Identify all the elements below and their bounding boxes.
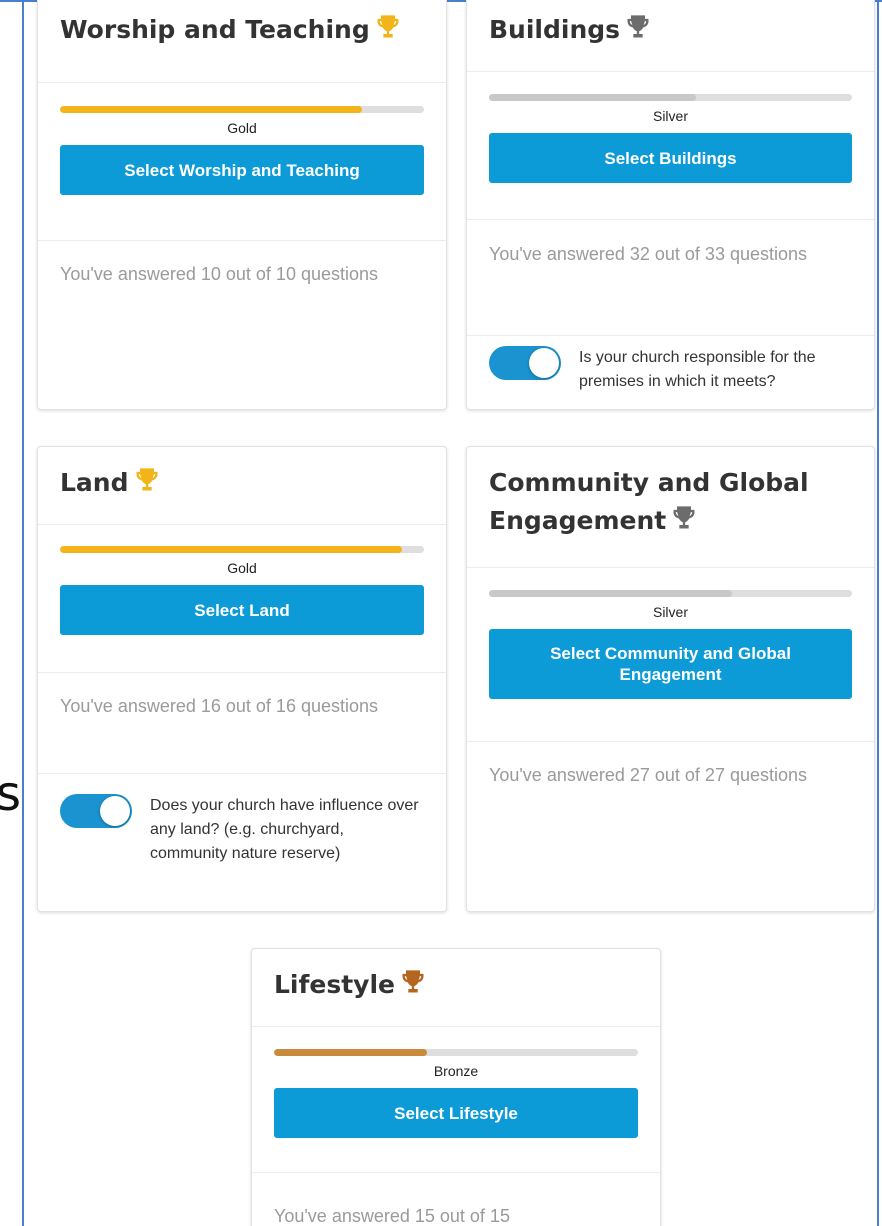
card-body: Silver Select Buildings [467, 72, 874, 220]
frame-border-right [877, 0, 879, 1226]
card-buildings: Buildings Silver Select Buildings You've… [466, 0, 875, 410]
toggle-row: Is your church responsible for the premi… [467, 335, 874, 409]
card-body: Silver Select Community and Global Engag… [467, 568, 874, 742]
card-land: Land Gold Select Land You've answered 16… [37, 446, 447, 912]
progress-bar [274, 1049, 638, 1056]
toggle-label: Is your church responsible for the premi… [579, 349, 816, 390]
progress-bar [60, 546, 424, 553]
card-header: Community and Global Engagement [467, 447, 874, 568]
card-lifestyle: Lifestyle Bronze Select Lifestyle You've… [251, 948, 661, 1226]
card-header: Buildings [467, 0, 874, 72]
land-toggle[interactable] [60, 794, 132, 828]
select-worship-button[interactable]: Select Worship and Teaching [60, 145, 424, 195]
answered-text: You've answered 10 out of 10 questions [60, 264, 379, 284]
card-header: Lifestyle [252, 949, 660, 1027]
stray-text: s [0, 766, 22, 822]
card-body: Bronze Select Lifestyle [252, 1027, 660, 1173]
level-label: Bronze [433, 1063, 479, 1079]
trophy-icon [136, 468, 157, 491]
card-title: Worship and Teaching [60, 15, 370, 44]
card-header: Land [38, 447, 446, 525]
trophy-icon [673, 506, 695, 529]
trophy-icon [377, 15, 399, 38]
card-title: Buildings [489, 15, 621, 44]
progress-fill [60, 106, 363, 113]
select-community-button[interactable]: Select Community and Global Engagement [489, 629, 852, 699]
progress-bar [489, 590, 852, 597]
card-title: Land [60, 468, 129, 497]
answered-text: You've answered 15 out of 15 [274, 1206, 510, 1226]
level-label: Gold [227, 560, 257, 576]
progress-bar [60, 106, 424, 113]
card-worship-and-teaching: Worship and Teaching Gold Select Worship… [37, 0, 447, 410]
card-header: Worship and Teaching [38, 0, 446, 83]
progress-fill [489, 590, 733, 597]
premises-toggle[interactable] [489, 346, 561, 380]
card-community-global-engagement: Community and Global Engagement Silver S… [466, 446, 875, 912]
toggle-label: Does your church have influence over any… [150, 797, 419, 862]
level-label: Silver [652, 108, 688, 124]
level-label: Gold [227, 120, 257, 136]
progress-fill [274, 1049, 427, 1056]
progress-fill [60, 546, 403, 553]
frame-border-left [22, 0, 24, 1226]
select-buildings-button[interactable]: Select Buildings [489, 133, 852, 183]
card-title: Community and Global Engagement [489, 468, 809, 535]
progress-fill [489, 94, 696, 101]
level-label: Silver [652, 604, 688, 620]
card-title: Lifestyle [274, 970, 395, 999]
answered-text: You've answered 32 out of 33 questions [489, 244, 808, 264]
select-land-button[interactable]: Select Land [60, 585, 424, 635]
progress-bar [489, 94, 852, 101]
select-lifestyle-button[interactable]: Select Lifestyle [274, 1088, 638, 1138]
answered-text: You've answered 16 out of 16 questions [60, 696, 379, 716]
trophy-icon [402, 970, 424, 993]
answered-text: You've answered 27 out of 27 questions [489, 765, 808, 785]
toggle-knob [529, 348, 559, 378]
toggle-knob [100, 796, 130, 826]
card-body: Gold Select Land [38, 525, 446, 673]
toggle-row: Does your church have influence over any… [38, 773, 446, 911]
card-body: Gold Select Worship and Teaching [38, 83, 446, 241]
trophy-icon [627, 15, 649, 38]
